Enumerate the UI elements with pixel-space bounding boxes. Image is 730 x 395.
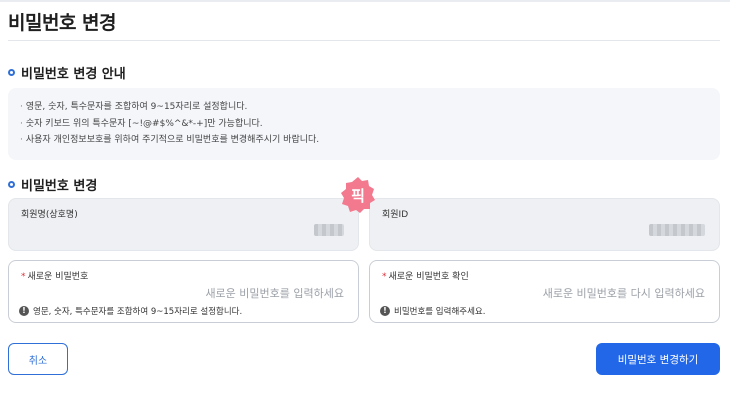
member-id-label: 회원ID xyxy=(382,210,409,220)
guide-section-header: 비밀번호 변경 안내 xyxy=(8,63,126,82)
top-border xyxy=(0,0,730,2)
new-password-input[interactable]: 새로운 비밀번호를 입력하세요 xyxy=(205,285,344,301)
confirm-password-field[interactable]: * 새로운 비밀번호 확인 새로운 비밀번호를 다시 입력하세요 ! 비밀번호를 … xyxy=(369,260,720,323)
new-password-field[interactable]: * 새로운 비밀번호 새로운 비밀번호를 입력하세요 ! 영문, 숫자, 특수문자… xyxy=(8,260,359,323)
member-name-field: 회원명(상호명) xyxy=(8,198,359,251)
guide-heading: 비밀번호 변경 안내 xyxy=(21,67,126,82)
member-id-field: 회원ID xyxy=(369,198,720,251)
title-divider xyxy=(8,40,720,41)
form-section-header: 비밀번호 변경 xyxy=(8,175,97,194)
confirm-password-hint: ! 비밀번호를 입력해주세요. xyxy=(380,305,485,317)
change-password-button[interactable]: 비밀번호 변경하기 xyxy=(596,343,720,375)
member-id-value-redacted xyxy=(649,224,705,236)
circle-bullet-icon xyxy=(8,69,15,76)
exclamation-circle-icon: ! xyxy=(380,306,390,316)
form-heading: 비밀번호 변경 xyxy=(21,179,98,194)
new-password-label: * 새로운 비밀번호 xyxy=(21,272,89,282)
confirm-password-label: * 새로운 비밀번호 확인 xyxy=(382,272,469,282)
guide-info-box: · 영문, 숫자, 특수문자를 조합하여 9~15자리로 설정합니다. · 숫자 키… xyxy=(8,88,720,160)
circle-bullet-icon xyxy=(8,181,15,188)
guide-line: · 숫자 키보드 위의 특수문자 [~!@#$%^&*-+]만 가능합니다. xyxy=(20,118,263,129)
page-title: 비밀번호 변경 xyxy=(8,12,117,34)
member-name-label: 회원명(상호명) xyxy=(21,210,78,220)
watermark-text: 픽 xyxy=(351,187,365,205)
guide-line: · 사용자 개인정보보호를 위하여 주기적으로 비밀번호를 변경해주시기 바랍니다… xyxy=(20,135,320,145)
confirm-password-input[interactable]: 새로운 비밀번호를 다시 입력하세요 xyxy=(543,285,705,301)
guide-line: · 영문, 숫자, 특수문자를 조합하여 9~15자리로 설정합니다. xyxy=(20,102,248,112)
member-name-value-redacted xyxy=(314,224,344,236)
cancel-button[interactable]: 취소 xyxy=(8,343,68,375)
exclamation-circle-icon: ! xyxy=(19,306,29,316)
pick-watermark-logo: 픽 xyxy=(341,177,375,213)
new-password-hint: ! 영문, 숫자, 특수문자를 조합하여 9~15자리로 설정합니다. xyxy=(19,305,242,317)
